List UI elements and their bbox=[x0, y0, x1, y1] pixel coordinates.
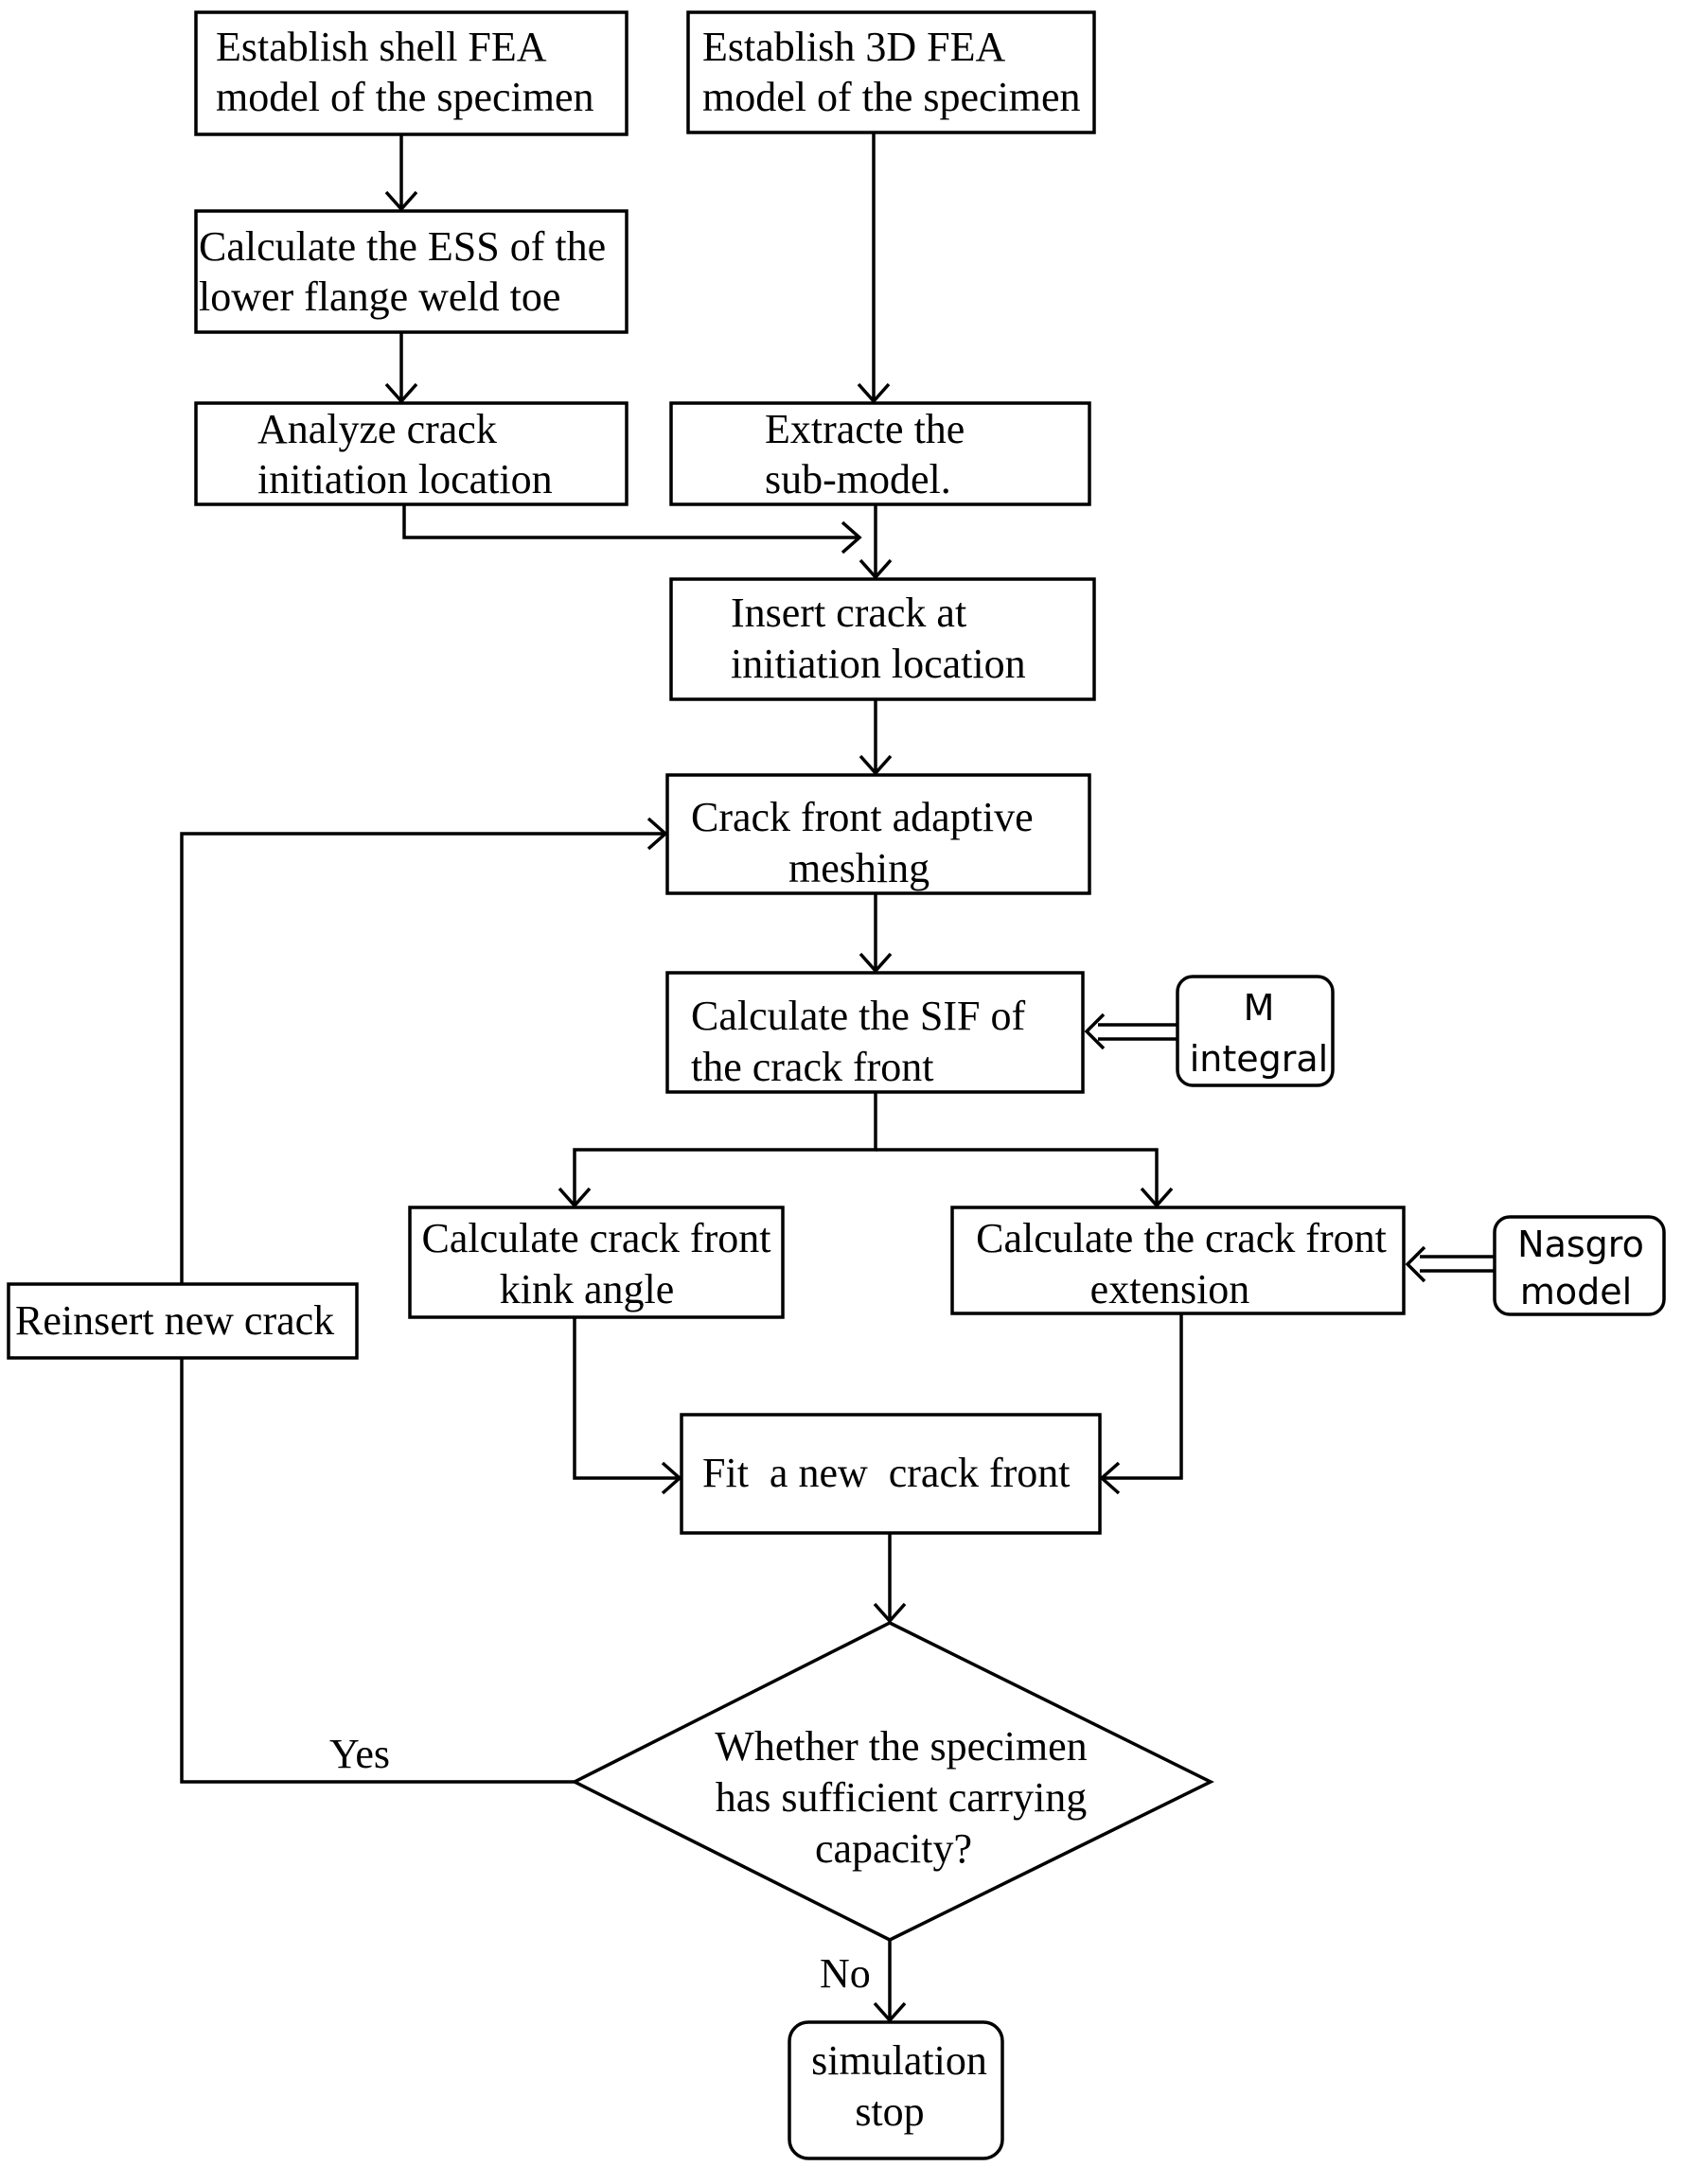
node-analyze: Analyze crack initiation location bbox=[194, 401, 629, 506]
node-meshing: Crack front adaptive meshing bbox=[665, 773, 1091, 895]
node-insert: Insert crack at initiation location bbox=[669, 577, 1096, 701]
line-yes-to-reinsert bbox=[180, 1358, 575, 1784]
node-3d-fea: Establish 3D FEA model of the specimen bbox=[686, 10, 1096, 134]
node-fit: Fit a new crack front bbox=[680, 1413, 1102, 1535]
node-nasgro: Nasgro model bbox=[1493, 1215, 1666, 1316]
svg-text:Fit a new crack front: Fit a new crack front bbox=[702, 1450, 1071, 1496]
node-shell-fea: Establish shell FEA model of the specimen bbox=[194, 10, 629, 136]
node-decision: Whether the specimen has sufficient carry… bbox=[571, 1621, 1214, 1942]
label-no: No bbox=[820, 1950, 871, 1997]
double-arrow-nasgro bbox=[1405, 1245, 1495, 1283]
node-sif: Calculate the SIF of the crack front bbox=[665, 971, 1085, 1094]
svg-text:Reinsert new crack: Reinsert new crack bbox=[15, 1297, 334, 1344]
arrow-kink-to-fit bbox=[573, 1317, 682, 1495]
node-extension: Calculate the crack front extension bbox=[950, 1206, 1406, 1315]
arrow-sif-to-kink bbox=[558, 1092, 877, 1208]
flowchart: Establish shell FEA model of the specimen… bbox=[7, 10, 1666, 2160]
label-yes: Yes bbox=[329, 1731, 390, 1777]
arrow-sif-to-extension bbox=[876, 1148, 1174, 1208]
double-arrow-m-integral bbox=[1084, 1013, 1177, 1050]
node-m-integral: Mintegral bbox=[1176, 975, 1335, 1087]
node-extract: Extracte the sub-model. bbox=[669, 401, 1091, 506]
node-kink: Calculate crack front kink angle bbox=[408, 1206, 785, 1319]
arrow-extension-to-fit bbox=[1099, 1313, 1183, 1495]
node-reinsert: Reinsert new crack bbox=[7, 1282, 359, 1360]
node-stop: simulation stop bbox=[788, 2020, 1004, 2160]
arrow-analyze-to-insert bbox=[402, 504, 862, 555]
node-ess: Calculate the ESS of the lower flange wel… bbox=[194, 209, 629, 334]
